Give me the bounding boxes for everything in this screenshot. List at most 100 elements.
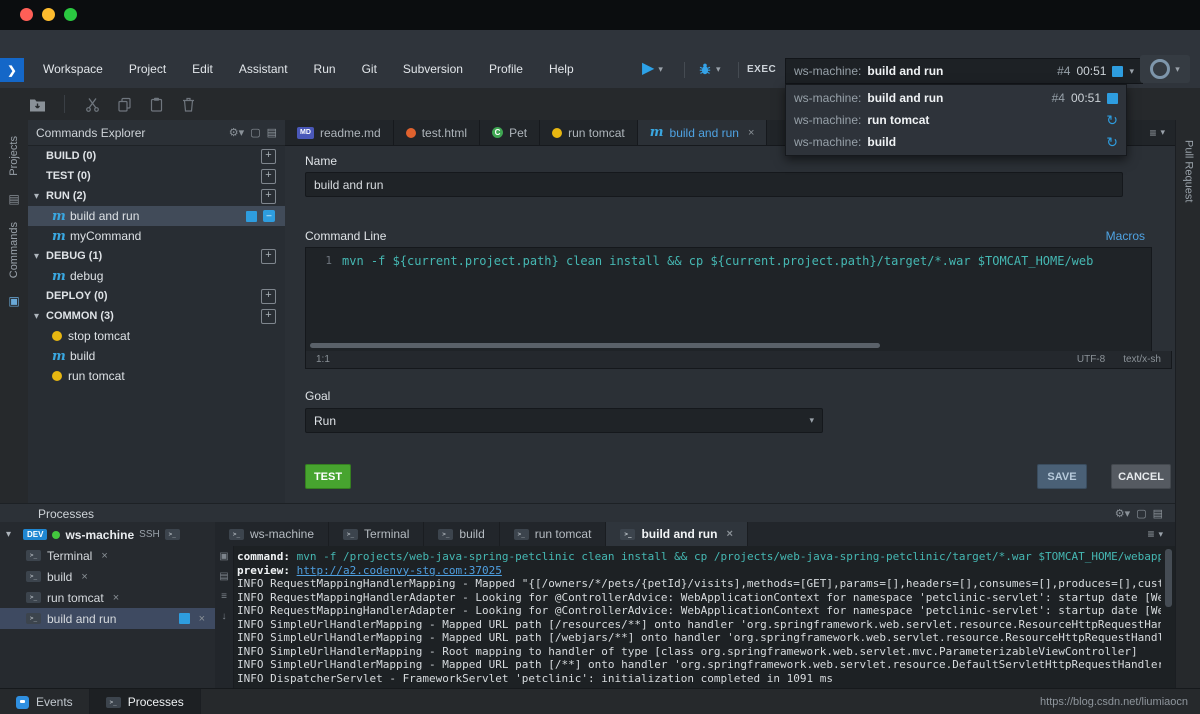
run-configuration-selector[interactable]: ws-machine: build and run #4 00:51 ▾ <box>785 58 1143 84</box>
menu-workspace[interactable]: Workspace <box>30 62 116 76</box>
command-item-build-and-run[interactable]: mbuild and run– <box>28 206 285 226</box>
machine-perspective-button[interactable]: ▾ <box>1140 55 1190 83</box>
projects-panel-tab[interactable]: Projects <box>8 136 20 176</box>
debug-command-button[interactable]: ▾ <box>692 55 727 83</box>
dropdown-process-build[interactable]: ws-machine:build↻ <box>786 131 1126 153</box>
zoom-window-button[interactable] <box>64 8 77 21</box>
process-tab-terminal[interactable]: >_Terminal <box>329 522 424 546</box>
machine-panel-icon[interactable]: ▣ <box>8 294 19 308</box>
paste-button[interactable] <box>147 95 165 113</box>
delete-button[interactable] <box>179 95 197 113</box>
cancel-button[interactable]: CANCEL <box>1111 464 1171 489</box>
dropdown-process-build-and-run[interactable]: ws-machine:build and run#400:51 <box>786 87 1126 109</box>
add-command-button[interactable]: + <box>261 249 276 264</box>
running-stop-icon[interactable] <box>246 211 257 222</box>
process-item-run-tomcat[interactable]: >_run tomcat× <box>0 587 215 608</box>
add-command-button[interactable]: + <box>261 189 276 204</box>
scroll-to-bottom-icon[interactable]: ↓ <box>222 611 227 622</box>
command-item-run-tomcat[interactable]: run tomcat <box>28 366 285 386</box>
tab-list-menu-button[interactable]: ≡ ▾ <box>1139 120 1175 145</box>
editor-tab-build-and-run[interactable]: mbuild and run× <box>638 120 768 145</box>
process-tab-build[interactable]: >_build <box>424 522 499 546</box>
maximize-panel-icon[interactable]: ▤ <box>267 126 277 139</box>
stop-process-icon[interactable] <box>1107 93 1118 104</box>
gear-icon[interactable]: ⚙▾ <box>1115 507 1130 520</box>
menu-assistant[interactable]: Assistant <box>226 62 301 76</box>
minimize-panel-icon[interactable]: ▢ <box>250 126 260 139</box>
gear-icon[interactable]: ⚙▾ <box>229 126 244 139</box>
command-output-icon[interactable]: – <box>263 210 275 222</box>
command-name-input[interactable] <box>305 172 1123 197</box>
command-item-debug[interactable]: mdebug <box>28 266 285 286</box>
command-item-mycommand[interactable]: mmyCommand <box>28 226 285 246</box>
terminal-icon[interactable]: >_ <box>165 529 180 540</box>
menu-subversion[interactable]: Subversion <box>390 62 476 76</box>
command-group-deploy-0[interactable]: DEPLOY (0)+ <box>28 286 285 306</box>
che-logo-icon[interactable]: ❯ <box>0 58 24 82</box>
copy-button[interactable] <box>115 95 133 113</box>
wrap-lines-icon[interactable]: ≡ <box>221 591 227 602</box>
command-group-test-0[interactable]: TEST (0)+ <box>28 166 285 186</box>
events-tab[interactable]: Events <box>0 689 90 714</box>
command-line-editor[interactable]: 1 mvn -f ${current.project.path} clean i… <box>305 247 1152 353</box>
command-item-stop-tomcat[interactable]: stop tomcat <box>28 326 285 346</box>
scroll-to-top-icon[interactable]: ▣ <box>219 551 228 562</box>
add-command-button[interactable]: + <box>261 149 276 164</box>
process-tab-run-tomcat[interactable]: >_run tomcat <box>500 522 607 546</box>
command-group-build-0[interactable]: BUILD (0)+ <box>28 146 285 166</box>
command-item-build[interactable]: mbuild <box>28 346 285 366</box>
editor-tab-readme-md[interactable]: MDreadme.md <box>285 120 394 145</box>
close-process-icon[interactable]: × <box>199 613 205 625</box>
close-tab-icon[interactable]: × <box>726 528 732 540</box>
minimize-window-button[interactable] <box>42 8 55 21</box>
macros-link[interactable]: Macros <box>1106 229 1145 243</box>
rerun-process-icon[interactable]: ↻ <box>1106 135 1118 149</box>
editor-tab-pet[interactable]: CPet <box>480 120 540 145</box>
import-project-button[interactable] <box>28 95 46 113</box>
menu-edit[interactable]: Edit <box>179 62 226 76</box>
menu-project[interactable]: Project <box>116 62 179 76</box>
menu-help[interactable]: Help <box>536 62 587 76</box>
menu-run[interactable]: Run <box>301 62 349 76</box>
chevron-down-icon[interactable]: ▾ <box>1129 66 1134 77</box>
save-button[interactable]: SAVE <box>1037 464 1087 489</box>
add-command-button[interactable]: + <box>261 309 276 324</box>
minimize-panel-icon[interactable]: ▢ <box>1136 507 1146 520</box>
close-window-button[interactable] <box>20 8 33 21</box>
pull-request-panel-tab[interactable]: Pull Request <box>1183 140 1195 202</box>
process-tab-build-and-run[interactable]: >_build and run× <box>606 522 747 546</box>
run-command-button[interactable]: ▶ ▾ <box>636 55 669 83</box>
close-tab-icon[interactable]: × <box>748 127 754 139</box>
process-tab-ws-machine[interactable]: >_ws-machine <box>215 522 329 546</box>
rerun-process-icon[interactable]: ↻ <box>1106 113 1118 127</box>
stop-process-icon[interactable] <box>1112 66 1123 77</box>
close-process-icon[interactable]: × <box>81 571 87 583</box>
dropdown-process-run-tomcat[interactable]: ws-machine:run tomcat↻ <box>786 109 1126 131</box>
panel-icon[interactable]: ▤ <box>8 192 19 206</box>
process-item-build-and-run[interactable]: >_build and run× <box>0 608 215 629</box>
processes-tab[interactable]: >_ Processes <box>90 689 201 714</box>
editor-tab-test-html[interactable]: test.html <box>394 120 480 145</box>
add-command-button[interactable]: + <box>261 169 276 184</box>
command-group-debug-1[interactable]: ▾DEBUG (1)+ <box>28 246 285 266</box>
add-command-button[interactable]: + <box>261 289 276 304</box>
clear-console-icon[interactable]: ▤ <box>219 571 228 582</box>
vertical-scrollbar[interactable] <box>1165 549 1172 607</box>
process-item-terminal[interactable]: >_Terminal× <box>0 545 215 566</box>
command-group-common-3[interactable]: ▾COMMON (3)+ <box>28 306 285 326</box>
goal-select[interactable]: Run ▾ <box>305 408 823 433</box>
process-item-build[interactable]: >_build× <box>0 566 215 587</box>
menu-git[interactable]: Git <box>349 62 390 76</box>
cut-button[interactable] <box>83 95 101 113</box>
horizontal-scrollbar[interactable] <box>310 343 880 348</box>
maximize-panel-icon[interactable]: ▤ <box>1153 507 1163 520</box>
tab-list-menu-button[interactable]: ≡▾ <box>1135 522 1175 546</box>
test-button[interactable]: TEST <box>305 464 351 489</box>
stop-process-icon[interactable] <box>179 613 190 624</box>
close-process-icon[interactable]: × <box>101 550 107 562</box>
process-machine-row[interactable]: ▾DEVws-machineSSH>_ <box>0 524 215 545</box>
preview-link[interactable]: http://a2.codenvy-stg.com:37025 <box>297 564 502 577</box>
menu-profile[interactable]: Profile <box>476 62 536 76</box>
editor-tab-run-tomcat[interactable]: run tomcat <box>540 120 638 145</box>
close-process-icon[interactable]: × <box>113 592 119 604</box>
